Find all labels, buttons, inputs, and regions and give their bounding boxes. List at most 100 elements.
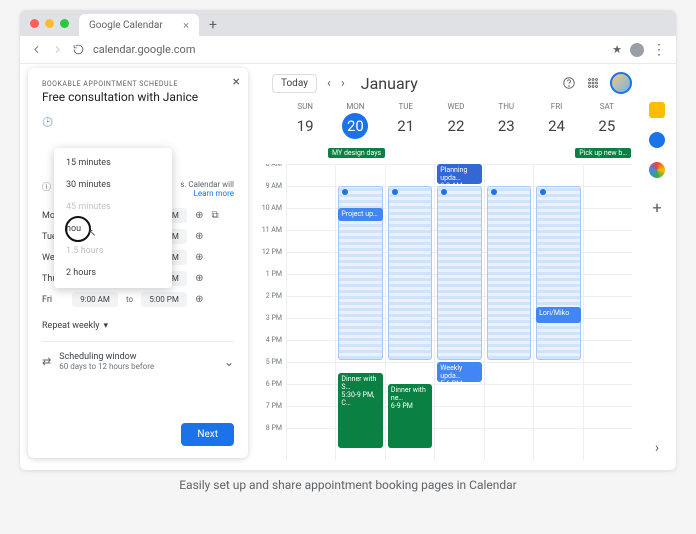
apps-grid-icon[interactable] [586, 76, 600, 90]
dow-label: Wed [431, 102, 481, 111]
forward-icon[interactable] [51, 43, 64, 56]
day-column[interactable]: Planning upda…8-9 AM, Conf… Weekly upda…5… [434, 164, 483, 460]
keep-icon[interactable] [649, 102, 665, 118]
day-column[interactable]: Project up… Dinner with S…5:30-9 PM, C… [335, 164, 384, 460]
day-column[interactable]: Lori/Miko [533, 164, 582, 460]
duration-option[interactable]: 1.5 hours [54, 240, 172, 262]
expand-side-icon[interactable]: › [655, 440, 659, 456]
day-number: 22 [443, 113, 469, 139]
day-header[interactable]: Sun19 [280, 102, 330, 139]
day-column[interactable] [286, 164, 335, 460]
duration-option[interactable]: 45 minutes [54, 196, 172, 218]
close-panel-icon[interactable]: × [233, 74, 240, 90]
day-column[interactable]: Dinner with ne…6-9 PM [385, 164, 434, 460]
next-button[interactable]: Next [181, 423, 234, 446]
calendar-event[interactable] [437, 186, 481, 360]
day-column[interactable] [583, 164, 632, 460]
tasks-icon[interactable] [649, 132, 665, 148]
day-number: 20 [342, 113, 368, 139]
hour-label: 8 AM [266, 164, 286, 168]
day-header[interactable]: Fri 24 [531, 102, 581, 139]
close-tab-icon[interactable]: × [183, 19, 189, 32]
day-header[interactable]: Tue 21 [381, 102, 431, 139]
maximize-window-icon[interactable] [60, 19, 69, 28]
copy-to-all-icon[interactable]: ⧉ [212, 210, 219, 221]
minimize-window-icon[interactable] [45, 19, 54, 28]
close-window-icon[interactable] [30, 19, 39, 28]
start-time-input[interactable]: 9:00 AM [72, 292, 118, 307]
day-number: 24 [544, 113, 570, 139]
end-time-input[interactable]: 5:00 PM [141, 292, 187, 307]
repeat-selector[interactable]: Repeat weekly ▾ [42, 321, 234, 342]
calendar-event[interactable]: Weekly upda…5-6 PM, Mee… [437, 362, 481, 382]
add-interval-icon[interactable]: ⊕ [195, 210, 203, 221]
browser-tab[interactable]: Google Calendar × [79, 14, 199, 36]
hour-label: 1 PM [266, 270, 286, 278]
scheduling-window-row[interactable]: ⇄ Scheduling window 60 days to 12 hours … [42, 352, 234, 371]
profile-chip[interactable] [630, 43, 644, 57]
calendar-event[interactable] [487, 186, 531, 360]
dow-label: Sat [582, 102, 632, 111]
duration-field[interactable]: 🕑 [42, 118, 234, 128]
add-interval-icon[interactable]: ⊕ [195, 273, 203, 284]
hour-label: 11 AM [262, 226, 286, 234]
dow-label: Fri [531, 102, 581, 111]
calendar-event[interactable] [536, 186, 580, 360]
day-header[interactable]: Thu23 [481, 102, 531, 139]
help-icon[interactable] [562, 76, 576, 90]
calendar-event[interactable]: Lori/Miko [536, 307, 580, 323]
swin-label: Scheduling window [59, 352, 216, 362]
back-icon[interactable] [30, 43, 43, 56]
day-column[interactable] [484, 164, 533, 460]
allday-event[interactable]: Pick up new b… [575, 148, 631, 158]
calendar-event[interactable]: Planning upda…8-9 AM, Conf… [437, 164, 481, 184]
hour-label: 5 PM [266, 358, 286, 366]
addons-plus-icon[interactable]: + [652, 198, 661, 217]
hour-label: 8 PM [266, 424, 286, 432]
day-header[interactable]: Mon20 [330, 102, 380, 139]
allday-event[interactable]: MY design days [328, 148, 385, 158]
hour-label: 4 PM [266, 336, 286, 344]
duration-option[interactable]: 2 hours [54, 262, 172, 284]
calendar-grid[interactable]: 8 AM9 AM10 AM11 AM12 PM1 PM2 PM3 PM4 PM5… [260, 164, 632, 460]
duration-option[interactable]: 15 minutes [54, 152, 172, 174]
chevron-down-icon: ⌄ [224, 355, 234, 369]
day-header[interactable]: Wed 22 [431, 102, 481, 139]
dow-label: Tue [381, 102, 431, 111]
day-number: 21 [393, 113, 419, 139]
swap-icon: ⇄ [42, 355, 51, 368]
duration-dropdown[interactable]: 15 minutes30 minutes45 minuteshou↖1.5 ho… [54, 148, 172, 288]
day-header[interactable]: Sat25 [582, 102, 632, 139]
new-tab-button[interactable]: + [199, 14, 227, 36]
swin-sub: 60 days to 12 hours before [59, 362, 216, 371]
appointment-panel: × Bookable Appointment Schedule Free con… [28, 68, 248, 458]
maps-icon[interactable] [649, 162, 665, 178]
calendar-event[interactable] [388, 186, 432, 360]
calendar-event[interactable]: Dinner with ne…6-9 PM [388, 384, 432, 448]
calendar-event[interactable]: Project up… [338, 208, 382, 221]
days-grid: Project up… Dinner with S…5:30-9 PM, C…Di… [286, 164, 632, 460]
account-avatar[interactable] [610, 72, 632, 94]
today-button[interactable]: Today [272, 74, 317, 93]
hour-label: 10 AM [262, 204, 286, 212]
panel-title[interactable]: Free consultation with Janice [42, 90, 234, 104]
url-text[interactable]: calendar.google.com [93, 43, 604, 56]
duration-option[interactable]: 30 minutes [54, 174, 172, 196]
add-interval-icon[interactable]: ⊕ [195, 252, 203, 263]
next-week-button[interactable]: › [341, 76, 345, 91]
hour-label: 12 PM [262, 248, 286, 256]
hour-label: 3 PM [266, 314, 286, 322]
month-label: January [361, 74, 418, 93]
calendar-event[interactable]: Dinner with S…5:30-9 PM, C… [338, 373, 382, 448]
dow-label: Sun [280, 102, 330, 111]
learn-more-link[interactable]: Learn more [194, 189, 234, 198]
tab-title: Google Calendar [89, 20, 163, 31]
add-interval-icon[interactable]: ⊕ [195, 231, 203, 242]
browser-menu-icon[interactable]: ⋮ [652, 42, 666, 58]
add-interval-icon[interactable]: ⊕ [195, 294, 203, 305]
reload-icon[interactable] [72, 43, 85, 56]
prev-week-button[interactable]: ‹ [327, 76, 331, 91]
browser-window: Google Calendar × + calendar.google.com … [20, 10, 676, 470]
bookmark-icon[interactable]: ★ [612, 43, 622, 56]
duration-option[interactable]: hou↖ [54, 218, 172, 240]
